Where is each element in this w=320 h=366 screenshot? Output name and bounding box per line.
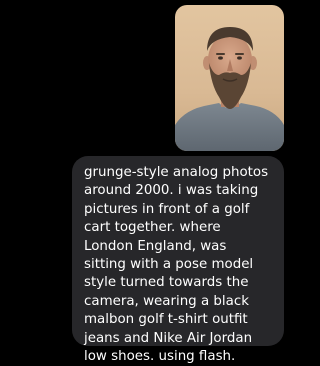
portrait-photo-image	[175, 5, 284, 151]
attached-photo[interactable]	[175, 5, 284, 151]
message-text: grunge-style analog photos around 2000. …	[84, 165, 269, 365]
message-bubble[interactable]: grunge-style analog photos around 2000. …	[72, 156, 284, 364]
